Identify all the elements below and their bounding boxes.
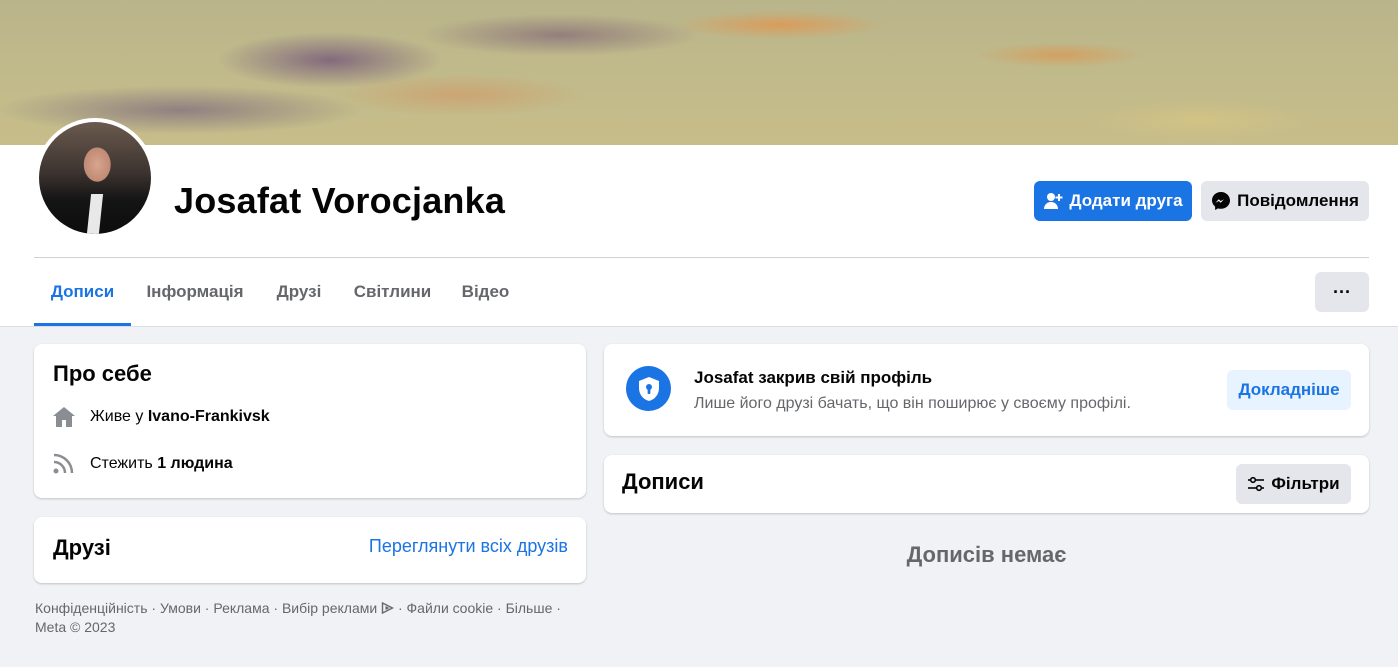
footer-copyright: Meta © 2023: [35, 619, 116, 635]
home-icon: [53, 407, 75, 427]
tab-videos[interactable]: Відео: [455, 258, 516, 326]
more-options-button[interactable]: ···: [1315, 272, 1369, 312]
shield-lock-icon: [626, 366, 671, 411]
lives-in-row: Живе у Ivano-Frankivsk: [52, 406, 270, 428]
follows-count[interactable]: 1 людина: [157, 455, 233, 472]
footer-link-ads[interactable]: Реклама: [213, 600, 269, 616]
filter-sliders-icon: [1248, 476, 1265, 492]
tab-info[interactable]: Інформація: [140, 258, 250, 326]
filters-label: Фільтри: [1271, 474, 1340, 493]
profile-avatar[interactable]: [35, 118, 155, 238]
locked-profile-card: Josafat закрив свій профіль Лише його др…: [604, 344, 1369, 436]
add-friend-icon: [1044, 193, 1063, 209]
profile-name: Josafat Vorocjanka: [174, 180, 506, 221]
message-button[interactable]: Повідомлення: [1201, 181, 1369, 221]
friends-card: Друзі Переглянути всіх друзів: [34, 517, 586, 583]
posts-card: Дописи Фільтри: [604, 455, 1369, 513]
posts-title: Дописи: [622, 469, 704, 494]
follows-row: Стежить 1 людина: [52, 453, 233, 475]
locked-profile-title: Josafat закрив свій профіль: [694, 368, 933, 387]
tab-friends[interactable]: Друзі: [268, 258, 330, 326]
tab-photos[interactable]: Світлини: [348, 258, 437, 326]
add-friend-button[interactable]: Додати друга: [1034, 181, 1192, 221]
lives-city[interactable]: Ivano-Frankivsk: [148, 408, 270, 425]
friends-title[interactable]: Друзі: [53, 535, 111, 561]
footer: Конфіденційність · Умови · Реклама · Виб…: [35, 600, 561, 635]
locked-profile-subtitle: Лише його друзі бачать, що він поширює у…: [694, 395, 1131, 412]
cover-photo[interactable]: [0, 0, 1398, 145]
messenger-icon: [1212, 192, 1231, 210]
avatar-image: [39, 122, 151, 234]
ad-choices-icon: [381, 601, 395, 615]
about-card: Про себе Живе у Ivano-Frankivsk Стежить …: [34, 344, 586, 498]
add-friend-label: Додати друга: [1069, 191, 1183, 210]
rss-icon: [53, 453, 74, 474]
see-all-friends-link[interactable]: Переглянути всіх друзів: [369, 536, 568, 557]
footer-link-more[interactable]: Більше: [506, 600, 553, 616]
lives-prefix: Живе у: [90, 408, 144, 425]
footer-link-ad-choices[interactable]: Вибір реклами: [282, 600, 377, 616]
footer-link-terms[interactable]: Умови: [160, 600, 201, 616]
about-title: Про себе: [53, 361, 152, 386]
message-label: Повідомлення: [1237, 191, 1359, 210]
filters-button[interactable]: Фільтри: [1236, 464, 1351, 504]
footer-link-cookies[interactable]: Файли cookie: [407, 600, 494, 616]
tab-posts[interactable]: Дописи: [34, 258, 131, 326]
learn-more-button[interactable]: Докладніше: [1227, 370, 1351, 410]
footer-link-privacy[interactable]: Конфіденційність: [35, 600, 148, 616]
follows-prefix: Стежить: [90, 455, 153, 472]
no-posts-message: Дописів немає: [906, 542, 1067, 567]
